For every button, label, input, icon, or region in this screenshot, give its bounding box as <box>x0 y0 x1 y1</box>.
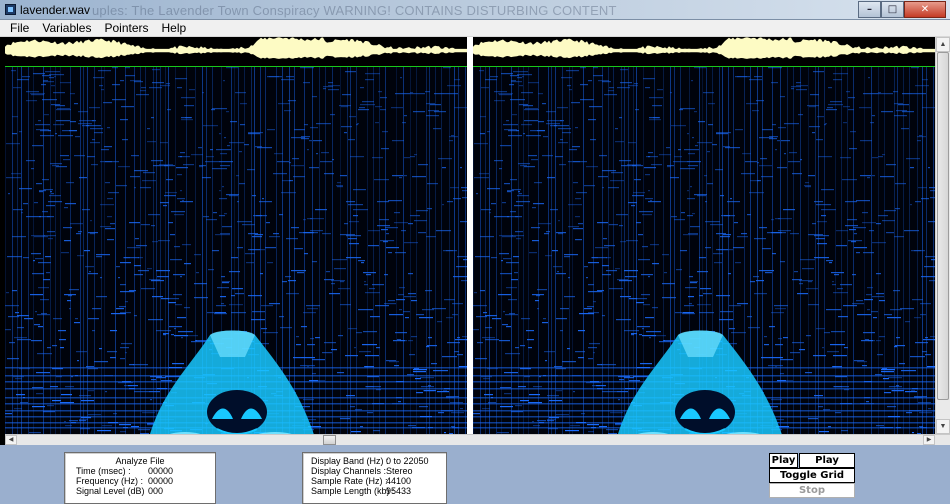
chevron-left-icon: ◀ <box>8 437 14 443</box>
signal-level-value: 000 <box>148 486 164 496</box>
menu-bar: File Variables Pointers Help <box>0 20 950 37</box>
menu-variables[interactable]: Variables <box>36 20 98 37</box>
menu-help[interactable]: Help <box>156 20 194 37</box>
vertical-scrollbar[interactable]: ▲ ▼ <box>935 37 950 434</box>
display-band-label: Display Band (Hz) : <box>311 456 389 466</box>
display-info-box: Display Band (Hz) : 0 to 22050 Display C… <box>302 452 447 504</box>
toggle-grid-button[interactable]: Toggle Grid <box>769 468 855 483</box>
waveform-left <box>5 37 467 67</box>
scroll-up-button[interactable]: ▲ <box>936 37 950 52</box>
chevron-up-icon: ▲ <box>939 41 947 48</box>
stop-button[interactable]: Stop <box>769 483 855 498</box>
spectrogram-panel-left[interactable] <box>5 37 467 434</box>
analyze-file-title: Analyze File <box>115 456 165 466</box>
chevron-right-icon: ▶ <box>926 437 932 443</box>
sample-rate-label: Sample Rate (Hz) : <box>311 476 388 486</box>
title-bar: lavender.wav uples: The Lavender Town Co… <box>0 0 950 20</box>
minimize-button[interactable]: – <box>858 1 881 18</box>
spectrogram-right[interactable] <box>473 67 935 434</box>
play-button[interactable]: Play <box>769 453 798 468</box>
waveform-right <box>473 37 935 67</box>
horizontal-scroll-thumb[interactable] <box>323 435 336 445</box>
close-icon: ✕ <box>920 4 930 15</box>
signal-level-label: Signal Level (dB) <box>76 486 145 496</box>
minimize-icon: – <box>867 4 872 15</box>
analyze-file-box: Analyze File Time (msec) : 00000 Frequen… <box>64 452 216 504</box>
maximize-button[interactable]: □ <box>881 1 904 18</box>
scroll-down-button[interactable]: ▼ <box>936 419 950 434</box>
frequency-value: 00000 <box>148 476 174 486</box>
close-button[interactable]: ✕ <box>904 1 946 18</box>
sample-rate-value: 44100 <box>386 476 412 486</box>
sample-length-label: Sample Length (kb) : <box>311 486 395 496</box>
spectrogram-panel-right[interactable] <box>473 37 935 434</box>
menu-file[interactable]: File <box>4 20 36 37</box>
time-label: Time (msec) : <box>76 466 131 476</box>
app-icon <box>5 4 16 15</box>
maximize-icon: □ <box>887 4 898 15</box>
scroll-left-button[interactable]: ◀ <box>5 435 17 445</box>
frequency-label: Frequency (Hz) : <box>76 476 144 486</box>
chevron-down-icon: ▼ <box>939 423 947 430</box>
scroll-right-button[interactable]: ▶ <box>923 435 935 445</box>
play-window-button[interactable]: Play Wdw <box>799 453 855 479</box>
display-band-value: 0 to 22050 <box>386 456 429 466</box>
menu-pointers[interactable]: Pointers <box>98 20 155 37</box>
spectrogram-left[interactable] <box>5 67 467 434</box>
sample-length-value: 95433 <box>386 486 412 496</box>
vertical-scroll-thumb[interactable] <box>937 52 949 400</box>
display-channels-label: Display Channels : <box>311 466 387 476</box>
window-controls: – □ ✕ <box>858 1 946 18</box>
horizontal-scrollbar[interactable]: ◀ ▶ <box>5 434 950 445</box>
time-value: 00000 <box>148 466 174 476</box>
background-window-title: uples: The Lavender Town Conspiracy WARN… <box>92 3 617 18</box>
window-title: lavender.wav <box>20 3 91 17</box>
display-channels-value: Stereo <box>386 466 413 476</box>
